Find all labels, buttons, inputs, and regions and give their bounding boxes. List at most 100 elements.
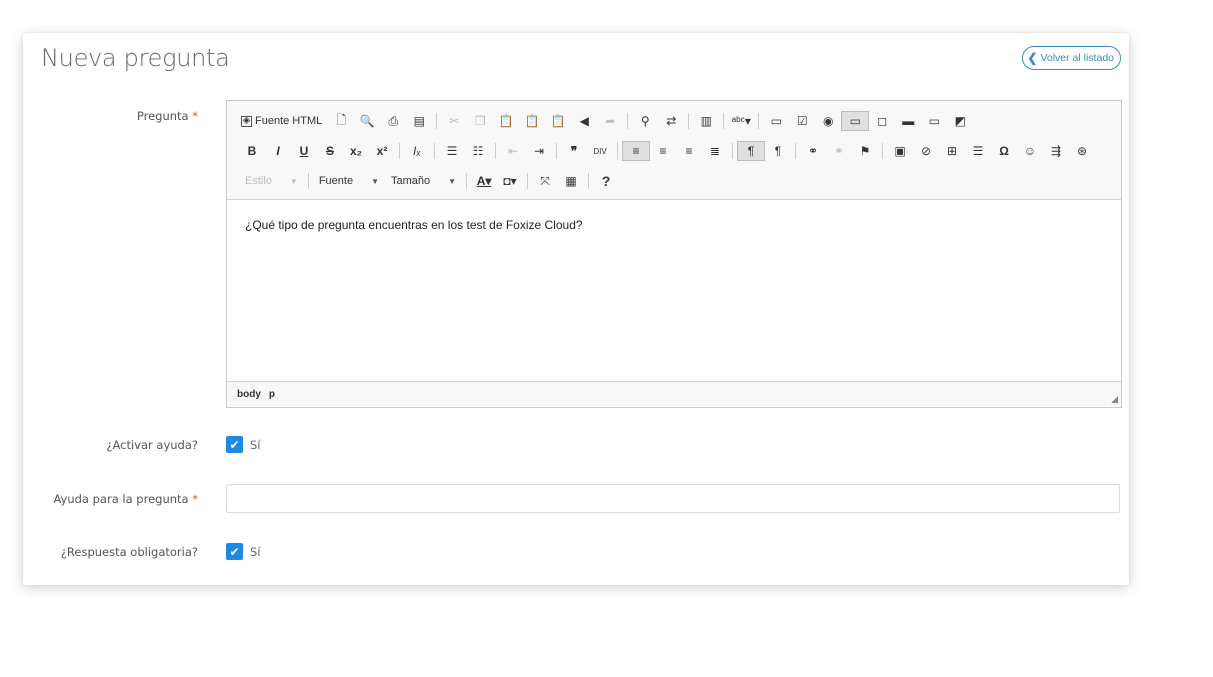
size-combo[interactable]: Tamaño ▼: [385, 171, 462, 191]
bulleted-list-icon[interactable]: ☷: [465, 141, 491, 161]
textfield-icon[interactable]: ▭: [841, 111, 870, 131]
text-color-icon[interactable]: A▾: [471, 171, 497, 191]
back-to-list-button[interactable]: ❮ Volver al listado: [1022, 46, 1121, 70]
undo-icon[interactable]: ◀: [571, 111, 597, 131]
help-text-input[interactable]: [226, 484, 1120, 513]
toolbar-separator: [399, 143, 400, 159]
div-icon[interactable]: DIV: [587, 141, 613, 161]
font-combo-label: Fuente: [318, 175, 354, 187]
activate-help-checkbox[interactable]: ✔: [226, 436, 243, 453]
special-char-icon[interactable]: Ω: [991, 141, 1017, 161]
strike-icon[interactable]: S: [317, 141, 343, 161]
toolbar-row-3: Estilo ▼ Fuente ▼ Tamaño ▼ A▾ ◘▾ ⤧ ▦ ?: [239, 170, 619, 192]
paste-word-icon[interactable]: 📋: [545, 111, 571, 131]
ltr-icon[interactable]: ¶: [737, 141, 765, 161]
iframe-icon[interactable]: ⊛: [1069, 141, 1095, 161]
page-break-icon[interactable]: ⇶: [1043, 141, 1069, 161]
remove-format-icon[interactable]: Iₓ: [404, 141, 430, 161]
flash-icon[interactable]: ⊘: [913, 141, 939, 161]
superscript-icon[interactable]: x²: [369, 141, 395, 161]
bg-color-icon[interactable]: ◘▾: [497, 171, 523, 191]
bold-icon[interactable]: B: [239, 141, 265, 161]
checkbox-icon[interactable]: ☑: [789, 111, 815, 131]
path-element-body[interactable]: body: [237, 389, 261, 400]
mandatory-answer-checkbox[interactable]: ✔: [226, 543, 243, 560]
horizontal-rule-icon[interactable]: ☰: [965, 141, 991, 161]
toolbar-separator: [588, 173, 590, 189]
imagebutton-icon[interactable]: ◩: [947, 111, 973, 131]
toolbar-row-1: ◈ Fuente HTML 🗋 🔍 ⎙ ▤ ✂ ❐ 📋 📋 📋 ◀ ➦ ⚲ ⇄: [239, 110, 973, 132]
toolbar-separator: [495, 143, 496, 159]
font-combo[interactable]: Fuente ▼: [313, 171, 385, 191]
templates-icon[interactable]: ▤: [406, 111, 432, 131]
maximize-icon[interactable]: ⤧: [532, 171, 558, 191]
copy-icon[interactable]: ❐: [467, 111, 493, 131]
toolbar-separator: [732, 143, 733, 159]
activate-help-option-label: Sí: [250, 438, 261, 452]
indent-icon[interactable]: ⇥: [526, 141, 552, 161]
numbered-list-icon[interactable]: ☰: [439, 141, 465, 161]
align-right-icon[interactable]: ≡: [676, 141, 702, 161]
toolbar-separator: [758, 113, 760, 129]
find-icon[interactable]: ⚲: [632, 111, 658, 131]
print-icon[interactable]: ⎙: [380, 111, 406, 131]
replace-icon[interactable]: ⇄: [658, 111, 684, 131]
image-icon[interactable]: ▣: [887, 141, 913, 161]
source-icon[interactable]: ◈ Fuente HTML: [239, 111, 328, 131]
smiley-icon[interactable]: ☺: [1017, 141, 1043, 161]
about-icon[interactable]: ?: [593, 171, 619, 191]
show-blocks-icon[interactable]: ▦: [558, 171, 584, 191]
path-element-p[interactable]: p: [269, 389, 275, 400]
rtl-icon[interactable]: ¶: [765, 141, 791, 161]
spellcheck-icon[interactable]: ᵃᵇᶜ▾: [728, 111, 754, 131]
new-page-icon[interactable]: 🗋: [328, 111, 354, 131]
size-combo-label: Tamaño: [391, 175, 431, 187]
select-icon[interactable]: ▬: [895, 111, 921, 131]
toolbar-separator: [882, 143, 883, 159]
toolbar-separator: [434, 143, 435, 159]
toolbar-separator: [436, 113, 438, 129]
align-center-icon[interactable]: ≡: [650, 141, 676, 161]
dropdown-arrow-icon: ▼: [448, 176, 457, 186]
anchor-icon[interactable]: ⚑: [852, 141, 878, 161]
editor-status-bar: body p: [227, 381, 1121, 406]
paste-icon[interactable]: 📋: [493, 111, 519, 131]
italic-icon[interactable]: I: [265, 141, 291, 161]
mandatory-answer-option-label: Sí: [250, 545, 261, 559]
align-left-icon[interactable]: ≡: [622, 141, 650, 161]
question-text[interactable]: ¿Qué tipo de pregunta encuentras en los …: [245, 218, 583, 232]
select-all-icon[interactable]: ▥: [693, 111, 719, 131]
mandatory-answer-label: ¿Respuesta obligatoria?: [60, 545, 198, 559]
table-icon[interactable]: ⊞: [939, 141, 965, 161]
toolbar-row-2: B I U S x₂ x² Iₓ ☰ ☷ ⇤ ⇥ ❞ DIV ≡ ≡ ≡ ≣ ¶…: [239, 140, 1095, 162]
toolbar-separator: [307, 173, 309, 189]
redo-icon[interactable]: ➦: [597, 111, 623, 131]
required-mark: *: [192, 492, 198, 506]
toolbar-separator: [723, 113, 725, 129]
link-icon[interactable]: ⚭: [800, 141, 826, 161]
editor-content-area[interactable]: ¿Qué tipo de pregunta encuentras en los …: [227, 200, 1121, 381]
textarea-icon[interactable]: ◻: [869, 111, 895, 131]
form-icon[interactable]: ▭: [763, 111, 789, 131]
blockquote-icon[interactable]: ❞: [561, 141, 587, 161]
unlink-icon[interactable]: ⚭: [826, 141, 852, 161]
paste-text-icon[interactable]: 📋: [519, 111, 545, 131]
toolbar-separator: [617, 143, 618, 159]
toolbar-separator: [466, 173, 468, 189]
help-text-label: Ayuda para la pregunta *: [53, 492, 198, 506]
resize-handle-icon[interactable]: [1111, 396, 1118, 403]
preview-icon[interactable]: 🔍: [354, 111, 380, 131]
checkmark-icon: ✔: [229, 437, 240, 452]
chevron-left-icon: ❮: [1027, 50, 1038, 65]
editor-toolbar: ◈ Fuente HTML 🗋 🔍 ⎙ ▤ ✂ ❐ 📋 📋 📋 ◀ ➦ ⚲ ⇄: [227, 101, 1121, 200]
justify-icon[interactable]: ≣: [702, 141, 728, 161]
subscript-icon[interactable]: x₂: [343, 141, 369, 161]
outdent-icon[interactable]: ⇤: [500, 141, 526, 161]
radio-icon[interactable]: ◉: [815, 111, 841, 131]
back-button-label: Volver al listado: [1040, 51, 1114, 64]
cut-icon[interactable]: ✂: [441, 111, 467, 131]
question-label: Pregunta *: [136, 109, 198, 123]
button-icon[interactable]: ▭: [921, 111, 947, 131]
underline-icon[interactable]: U: [291, 141, 317, 161]
style-combo[interactable]: Estilo ▼: [239, 171, 304, 191]
